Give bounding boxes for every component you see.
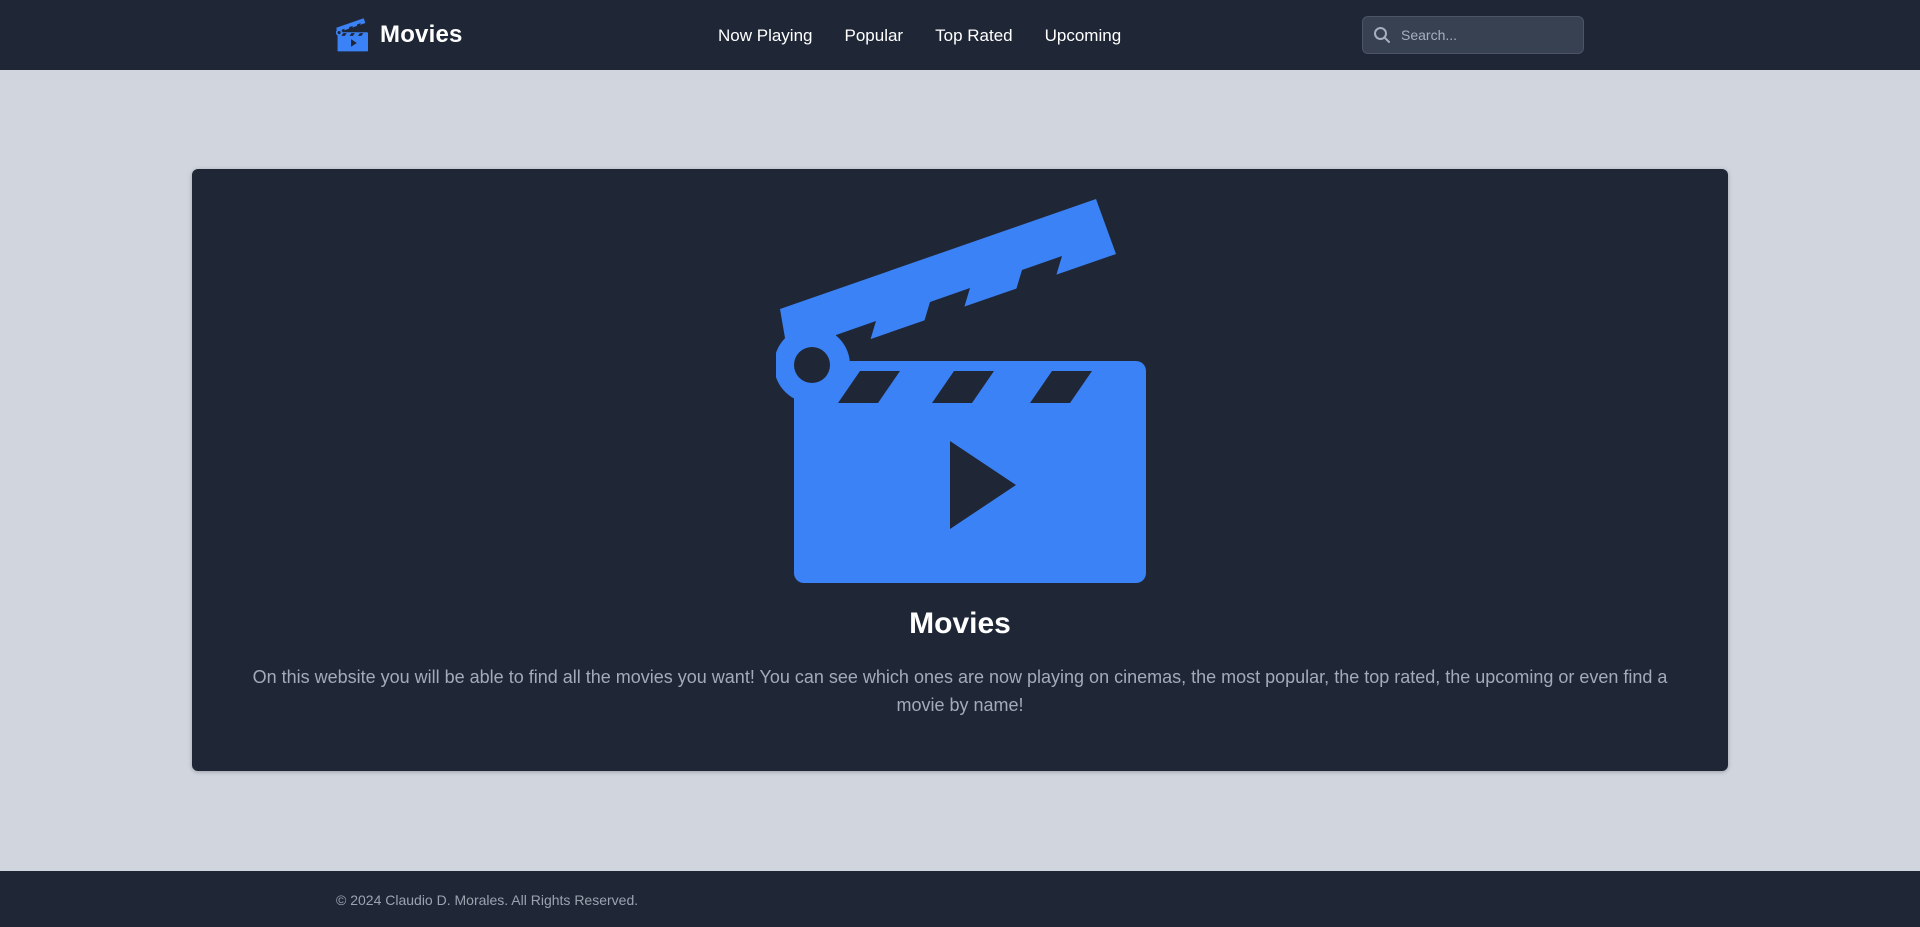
search-input[interactable] (1401, 27, 1571, 43)
nav-now-playing[interactable]: Now Playing (718, 24, 813, 48)
nav-popular[interactable]: Popular (845, 24, 904, 48)
hero-title: Movies (909, 607, 1011, 640)
clapperboard-icon (776, 199, 1146, 583)
brand-title: Movies (380, 21, 463, 48)
footer: © 2024 Claudio D. Morales. All Rights Re… (0, 871, 1920, 927)
main-nav: Now Playing Popular Top Rated Upcoming (718, 24, 1121, 48)
top-navbar: Movies Now Playing Popular Top Rated Upc… (0, 0, 1920, 70)
search-box[interactable] (1362, 16, 1584, 54)
hero-card: Movies On this website you will be able … (192, 169, 1728, 771)
clapperboard-icon (336, 18, 368, 52)
nav-upcoming[interactable]: Upcoming (1045, 24, 1122, 48)
footer-copyright: © 2024 Claudio D. Morales. All Rights Re… (336, 892, 639, 908)
nav-top-rated[interactable]: Top Rated (935, 24, 1013, 48)
hero-description: On this website you will be able to find… (252, 667, 1668, 715)
search-icon (1374, 27, 1390, 43)
brand-home-link[interactable]: Movies (336, 17, 463, 53)
